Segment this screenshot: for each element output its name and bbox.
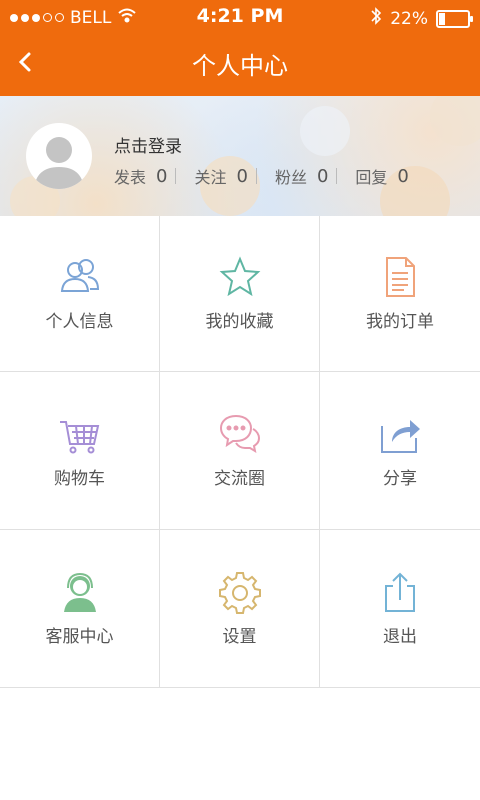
- support-agent-icon: [63, 572, 96, 612]
- profile-header[interactable]: 点击登录 发表 0 关注 0 粉丝 0 回复 0: [0, 96, 480, 216]
- login-link[interactable]: 点击登录: [114, 132, 182, 157]
- menu-item-community[interactable]: 交流圈: [160, 372, 320, 530]
- avatar[interactable]: [26, 123, 92, 189]
- share-icon: [381, 420, 420, 453]
- menu-item-share[interactable]: 分享: [320, 372, 480, 530]
- stat-replies[interactable]: 回复 0: [355, 164, 408, 188]
- gear-icon: [218, 572, 261, 614]
- menu-item-cart[interactable]: 购物车: [0, 372, 160, 530]
- menu-item-favorites[interactable]: 我的收藏: [160, 216, 320, 372]
- stat-followers[interactable]: 粉丝 0: [275, 164, 328, 188]
- battery-percent: 22%: [390, 8, 428, 29]
- status-bar: BELL 4:21 PM 22%: [0, 0, 480, 34]
- stat-following[interactable]: 关注 0: [194, 164, 247, 188]
- user-avatar-icon: [34, 137, 84, 189]
- top-bar: BELL 4:21 PM 22% 个人中心: [0, 0, 480, 96]
- divider: [255, 168, 257, 184]
- menu-grid: 个人信息 我的收藏 我的订单 购物车 交流圈 分享 客服中心 设置 退出: [0, 216, 480, 688]
- chat-icon: [219, 414, 260, 454]
- menu-item-customer-service[interactable]: 客服中心: [0, 530, 160, 688]
- stat-posts[interactable]: 发表 0: [114, 164, 167, 188]
- cart-icon: [59, 421, 99, 454]
- nav-bar: 个人中心: [0, 34, 480, 96]
- logout-icon: [385, 572, 415, 612]
- page-title: 个人中心: [192, 52, 288, 80]
- divider: [175, 168, 177, 184]
- battery-icon: [436, 9, 473, 28]
- bluetooth-icon: [370, 6, 382, 31]
- menu-item-orders[interactable]: 我的订单: [320, 216, 480, 372]
- users-icon: [60, 259, 99, 292]
- menu-item-logout[interactable]: 退出: [320, 530, 480, 688]
- menu-item-profile-info[interactable]: 个人信息: [0, 216, 160, 372]
- profile-stats: 发表 0 关注 0 粉丝 0 回复 0: [114, 164, 409, 188]
- star-icon: [219, 256, 260, 297]
- divider: [336, 168, 338, 184]
- document-icon: [386, 257, 415, 297]
- menu-item-settings[interactable]: 设置: [160, 530, 320, 688]
